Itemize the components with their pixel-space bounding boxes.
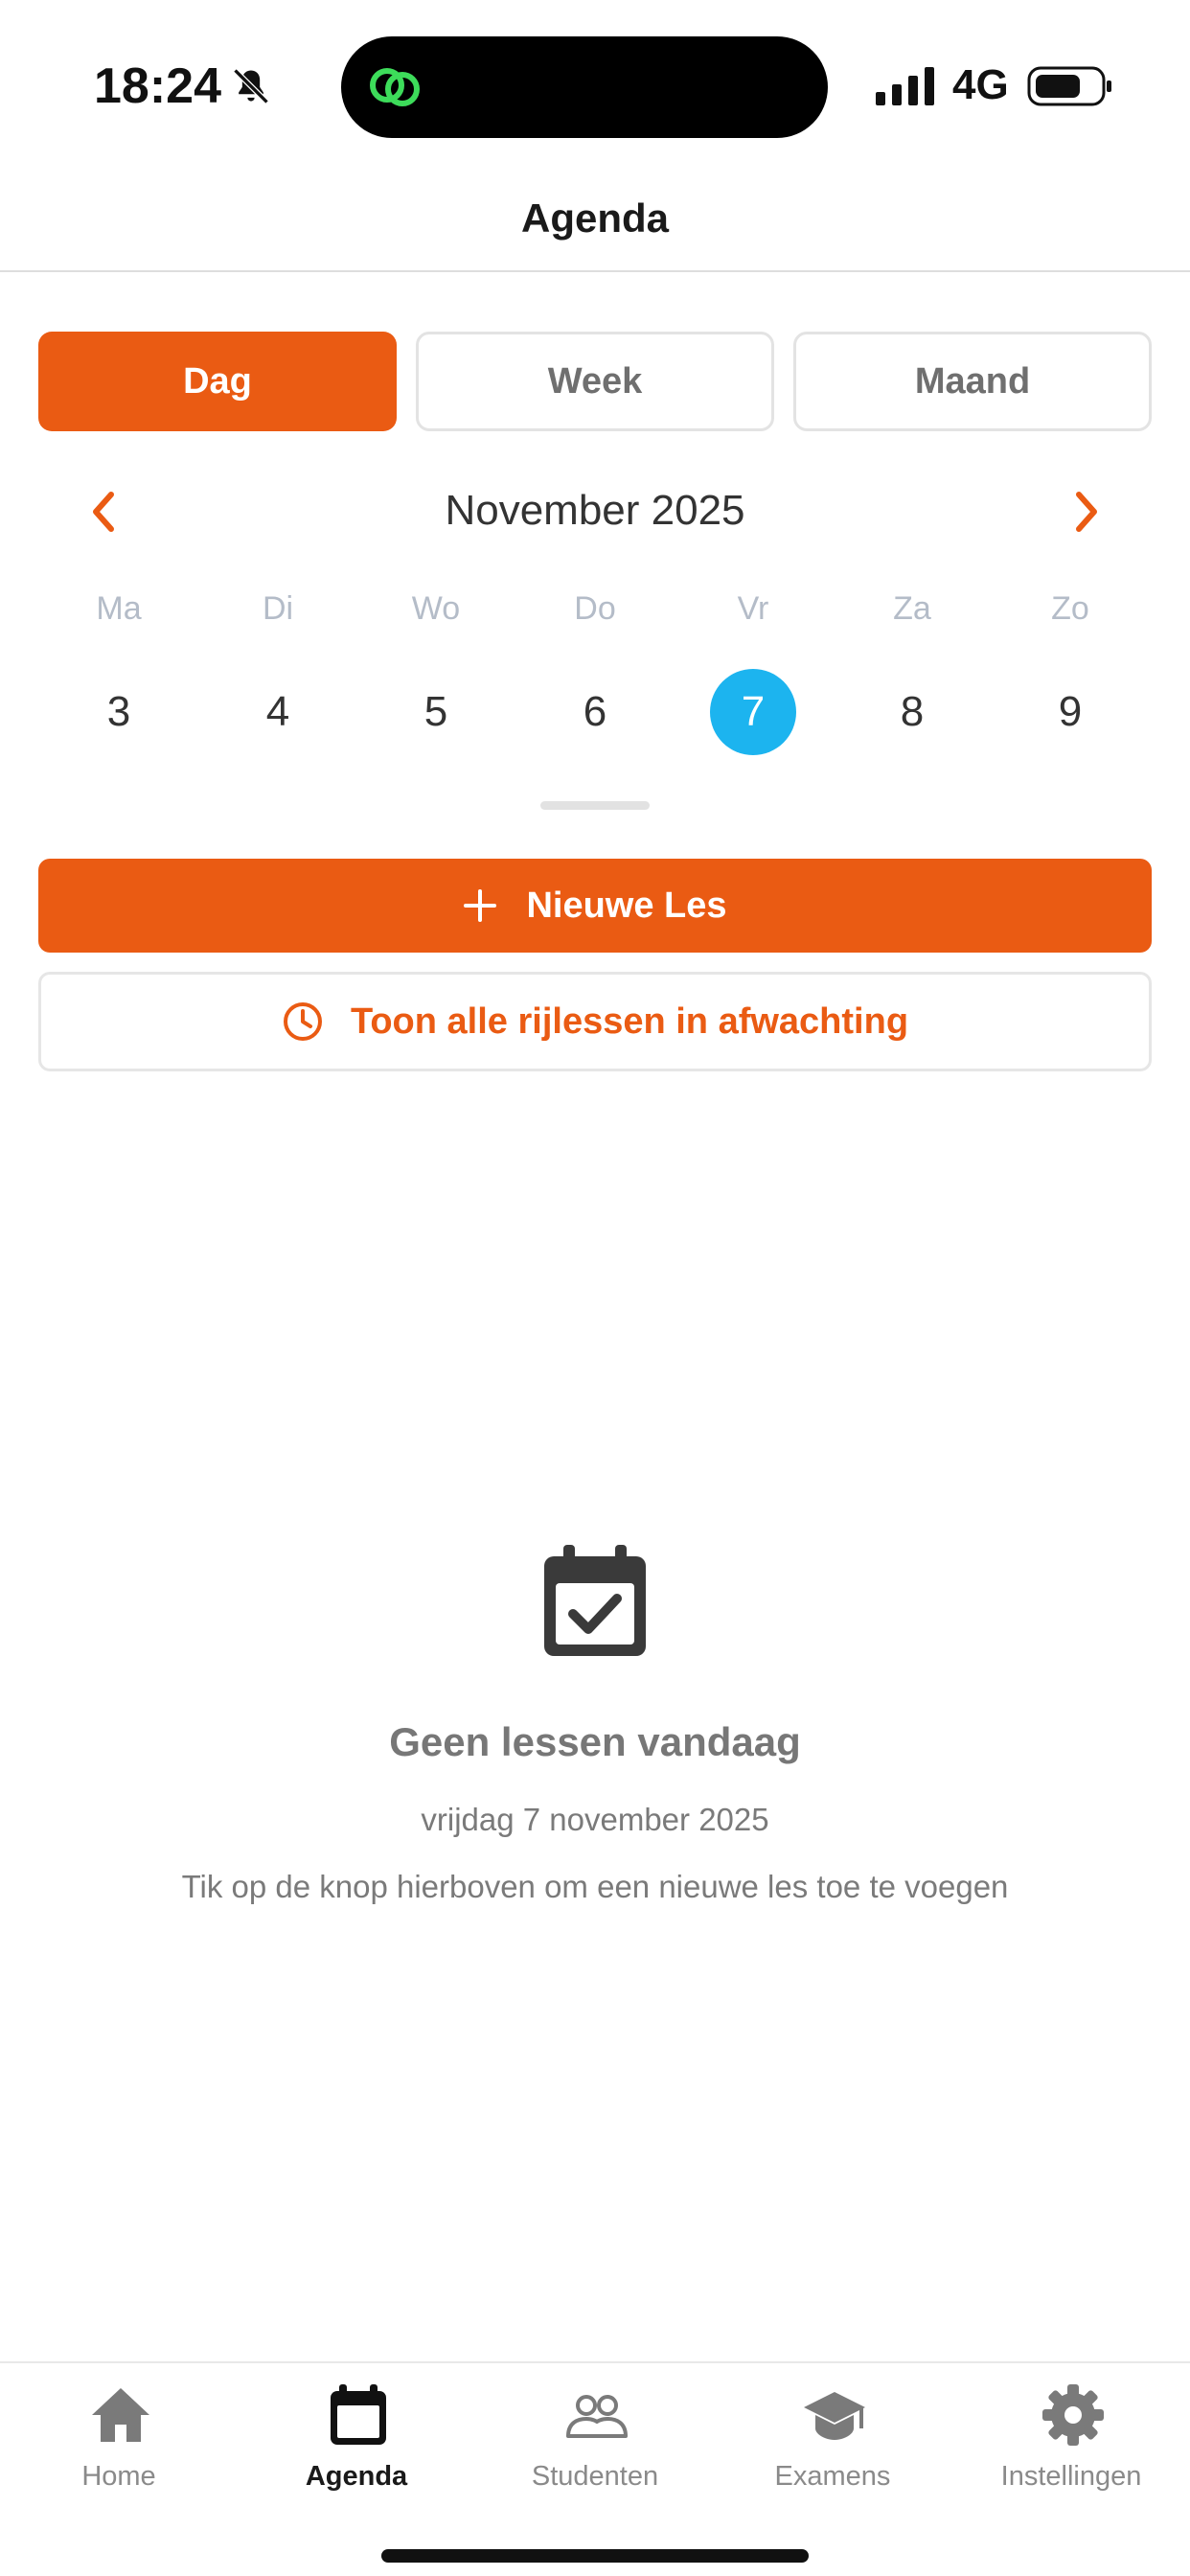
weekday-label: Vr <box>737 590 769 627</box>
status-time: 18:24 <box>94 58 221 114</box>
weekday-label: Zo <box>1051 590 1089 627</box>
tab-examens-label: Examens <box>774 2461 891 2492</box>
status-bar: 18:24 4G <box>0 0 1190 153</box>
signal-icon <box>876 67 934 105</box>
calendar-check-icon <box>544 1545 646 1656</box>
weekday-label: Do <box>574 590 616 627</box>
bell-slash-icon <box>233 68 269 104</box>
calendar-day[interactable]: 6 <box>552 669 638 755</box>
calendar-day[interactable]: 3 <box>76 669 162 755</box>
tab-day[interactable]: Dag <box>38 332 397 431</box>
tab-studenten-label: Studenten <box>531 2461 659 2492</box>
plus-icon <box>464 889 497 922</box>
drag-handle[interactable] <box>540 801 650 810</box>
chevron-right-icon[interactable] <box>1058 485 1111 539</box>
tab-studenten[interactable]: Studenten <box>490 2382 700 2497</box>
pending-lessons-button[interactable]: Toon alle rijlessen in afwachting <box>38 972 1152 1071</box>
empty-state-title: Geen lessen vandaag <box>389 1719 801 1764</box>
new-lesson-button[interactable]: Nieuwe Les <box>38 859 1152 953</box>
calendar-day[interactable]: 8 <box>869 669 955 755</box>
link-icon <box>370 68 420 106</box>
bottom-tab-bar: Home Agenda Studenten Examens Instelling… <box>0 2361 1190 2576</box>
network-type: 4G <box>952 61 1009 108</box>
home-indicator <box>381 2549 809 2563</box>
home-icon <box>92 2388 149 2442</box>
page-title: Agenda <box>520 196 669 241</box>
empty-state-hint: Tik op de knop hierboven om een nieuwe l… <box>181 1869 1009 1904</box>
top-header: Agenda <box>0 153 1190 272</box>
tab-instellingen[interactable]: Instellingen <box>966 2382 1177 2497</box>
calendar-icon <box>331 2384 386 2445</box>
tab-home-label: Home <box>81 2461 156 2492</box>
gear-icon <box>1042 2384 1104 2446</box>
new-lesson-label: Nieuwe Les <box>526 885 727 926</box>
weekday-label: Wo <box>411 590 461 627</box>
empty-state-date: vrijdag 7 november 2025 <box>421 1802 769 1837</box>
tab-home[interactable]: Home <box>13 2382 224 2497</box>
pending-lessons-label: Toon alle rijlessen in afwachting <box>350 1000 909 1042</box>
weekday-label: Za <box>893 590 931 627</box>
tab-instellingen-label: Instellingen <box>1000 2461 1142 2492</box>
clock-icon <box>283 1002 322 1041</box>
calendar-day[interactable]: 5 <box>393 669 479 755</box>
tab-agenda[interactable]: Agenda <box>251 2382 462 2497</box>
tab-examens[interactable]: Examens <box>727 2382 938 2497</box>
battery-icon <box>1027 66 1111 106</box>
tab-month[interactable]: Maand <box>793 332 1152 431</box>
tab-week[interactable]: Week <box>416 332 774 431</box>
weekday-label: Ma <box>96 590 142 627</box>
month-navigation: November 2025 <box>0 470 1190 556</box>
weekday-label: Di <box>262 590 294 627</box>
people-icon <box>566 2395 628 2438</box>
calendar-day-selected[interactable]: 7 <box>710 669 796 755</box>
calendar-day[interactable]: 4 <box>235 669 321 755</box>
graduation-cap-icon <box>804 2392 865 2440</box>
calendar-day[interactable]: 9 <box>1027 669 1113 755</box>
month-label: November 2025 <box>445 487 745 534</box>
tab-agenda-label: Agenda <box>305 2461 408 2492</box>
